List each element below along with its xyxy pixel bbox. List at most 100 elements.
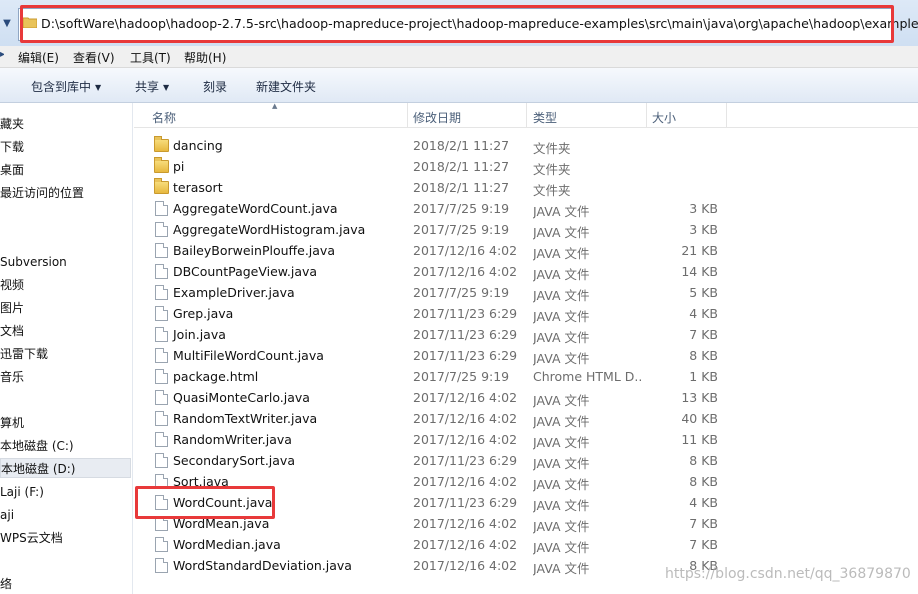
address-path: D:\softWare\hadoop\hadoop-2.7.5-src\hado… [41, 16, 918, 31]
file-type: JAVA 文件 [533, 435, 590, 450]
include-in-library-button[interactable]: 包含到库中 ▼ [31, 78, 101, 95]
file-name: SecondarySort.java [173, 453, 295, 468]
file-list[interactable]: ▲ 名称 修改日期 类型 大小 dancing 2018/2/1 11:27 文件夹… [134, 102, 918, 594]
column-size[interactable]: 大小 [652, 109, 676, 126]
file-type: JAVA 文件 [533, 561, 590, 576]
file-row[interactable]: AggregateWordHistogram.java 2017/7/25 9:1… [134, 219, 918, 240]
include-in-library-label: 包含到库中 [31, 80, 92, 94]
new-folder-button[interactable]: 新建文件夹 [256, 78, 316, 95]
nav-item-thunder-downloads[interactable]: 迅雷下载 [0, 344, 48, 364]
file-row[interactable]: package.html 2017/7/25 9:19 Chrome HTML D.… [134, 366, 918, 387]
file-icon [155, 558, 168, 573]
menu-overflow-icon[interactable]: ▸ [0, 49, 4, 60]
burn-button[interactable]: 刻录 [203, 78, 227, 95]
nav-item-drive-f[interactable]: Laji (F:) [0, 482, 44, 502]
file-row[interactable]: dancing 2018/2/1 11:27 文件夹 [134, 135, 918, 156]
address-input[interactable]: D:\softWare\hadoop\hadoop-2.7.5-src\hado… [18, 8, 918, 41]
file-type: JAVA 文件 [533, 309, 590, 324]
file-icon [155, 474, 168, 489]
file-date: 2017/12/16 4:02 [413, 537, 518, 552]
column-type[interactable]: 类型 [533, 109, 557, 126]
file-name: RandomWriter.java [173, 432, 292, 447]
file-row[interactable]: Join.java 2017/11/23 6:29 JAVA 文件 7 KB [134, 324, 918, 345]
history-dropdown-icon[interactable]: ▼ [0, 14, 14, 34]
file-icon [155, 495, 168, 510]
column-divider[interactable] [726, 103, 727, 128]
file-row[interactable]: Sort.java 2017/12/16 4:02 JAVA 文件 8 KB [134, 471, 918, 492]
file-row[interactable]: AggregateWordCount.java 2017/7/25 9:19 JAV… [134, 198, 918, 219]
menu-help[interactable]: 帮助(H) [184, 49, 226, 66]
file-size: 7 KB [689, 537, 718, 552]
file-name: package.html [173, 369, 259, 384]
file-row[interactable]: QuasiMonteCarlo.java 2017/12/16 4:02 JAVA … [134, 387, 918, 408]
file-row[interactable]: pi 2018/2/1 11:27 文件夹 [134, 156, 918, 177]
file-type: JAVA 文件 [533, 204, 590, 219]
folder-icon [23, 17, 37, 28]
file-size: 8 KB [689, 453, 718, 468]
file-date: 2017/11/23 6:29 [413, 495, 518, 510]
file-name: WordStandardDeviation.java [173, 558, 352, 573]
file-date: 2017/11/23 6:29 [413, 306, 518, 321]
column-divider[interactable] [407, 103, 408, 128]
file-row[interactable]: MultiFileWordCount.java 2017/11/23 6:29 JA… [134, 345, 918, 366]
file-date: 2017/7/25 9:19 [413, 285, 510, 300]
nav-item-downloads[interactable]: 下载 [0, 137, 24, 157]
nav-item-wps-cloud[interactable]: WPS云文档 [0, 528, 63, 548]
nav-item-drive-c[interactable]: 本地磁盘 (C:) [0, 436, 74, 456]
column-divider[interactable] [646, 103, 647, 128]
file-row[interactable]: RandomTextWriter.java 2017/12/16 4:02 JAVA… [134, 408, 918, 429]
file-row[interactable]: BaileyBorweinPlouffe.java 2017/12/16 4:02… [134, 240, 918, 261]
file-row[interactable]: WordMedian.java 2017/12/16 4:02 JAVA 文件 7 K… [134, 534, 918, 555]
file-name: RandomTextWriter.java [173, 411, 318, 426]
nav-item-aji[interactable]: aji [0, 505, 14, 525]
file-row[interactable]: terasort 2018/2/1 11:27 文件夹 [134, 177, 918, 198]
share-button[interactable]: 共享 ▼ [135, 78, 169, 95]
file-size: 8 KB [689, 348, 718, 363]
nav-item-drive-d[interactable]: 本地磁盘 (D:) [0, 458, 131, 478]
column-date[interactable]: 修改日期 [413, 109, 461, 126]
file-name: Grep.java [173, 306, 234, 321]
column-name[interactable]: 名称 [152, 109, 176, 126]
menu-edit[interactable]: 编辑(E) [18, 49, 59, 66]
file-name: Join.java [173, 327, 226, 342]
nav-item-network[interactable]: 络 [0, 574, 12, 594]
menu-view[interactable]: 查看(V) [73, 49, 115, 66]
file-row[interactable]: SecondarySort.java 2017/11/23 6:29 JAVA 文件… [134, 450, 918, 471]
file-size: 4 KB [689, 495, 718, 510]
column-divider[interactable] [526, 103, 527, 128]
nav-item-desktop[interactable]: 桌面 [0, 160, 24, 180]
file-name: MultiFileWordCount.java [173, 348, 324, 363]
nav-item-subversion[interactable]: Subversion [0, 252, 67, 272]
file-row[interactable]: RandomWriter.java 2017/12/16 4:02 JAVA 文件 1… [134, 429, 918, 450]
nav-item-documents[interactable]: 文档 [0, 321, 24, 341]
nav-item-recent-places[interactable]: 最近访问的位置 [0, 183, 84, 203]
file-size: 3 KB [689, 201, 718, 216]
file-row[interactable]: WordMean.java 2017/12/16 4:02 JAVA 文件 7 KB [134, 513, 918, 534]
nav-item-pictures[interactable]: 图片 [0, 298, 24, 318]
navigation-pane[interactable]: 藏夹 下载 桌面 最近访问的位置 Subversion 视频 图片 文档 迅雷下… [0, 103, 133, 594]
file-icon [155, 264, 168, 279]
file-name: dancing [173, 138, 223, 153]
nav-item-music[interactable]: 音乐 [0, 367, 24, 387]
file-size: 13 KB [681, 390, 718, 405]
file-type: 文件夹 [533, 141, 571, 156]
nav-item-videos[interactable]: 视频 [0, 275, 24, 295]
nav-item-favorites[interactable]: 藏夹 [0, 114, 24, 134]
file-date: 2017/11/23 6:29 [413, 453, 518, 468]
file-date: 2017/12/16 4:02 [413, 558, 518, 573]
file-name: Sort.java [173, 474, 229, 489]
folder-icon [154, 136, 169, 152]
file-row[interactable]: WordCount.java 2017/11/23 6:29 JAVA 文件 4 KB [134, 492, 918, 513]
file-size: 3 KB [689, 222, 718, 237]
file-size: 14 KB [681, 264, 718, 279]
file-date: 2017/12/16 4:02 [413, 432, 518, 447]
file-type: 文件夹 [533, 183, 571, 198]
toolbar: 包含到库中 ▼ 共享 ▼ 刻录 新建文件夹 [0, 68, 918, 103]
file-row[interactable]: ExampleDriver.java 2017/7/25 9:19 JAVA 文件 5… [134, 282, 918, 303]
file-row[interactable]: Grep.java 2017/11/23 6:29 JAVA 文件 4 KB [134, 303, 918, 324]
nav-item-computer[interactable]: 算机 [0, 413, 24, 433]
file-size: 8 KB [689, 474, 718, 489]
file-row[interactable]: DBCountPageView.java 2017/12/16 4:02 JAVA … [134, 261, 918, 282]
file-type: JAVA 文件 [533, 288, 590, 303]
menu-tools[interactable]: 工具(T) [130, 49, 171, 66]
